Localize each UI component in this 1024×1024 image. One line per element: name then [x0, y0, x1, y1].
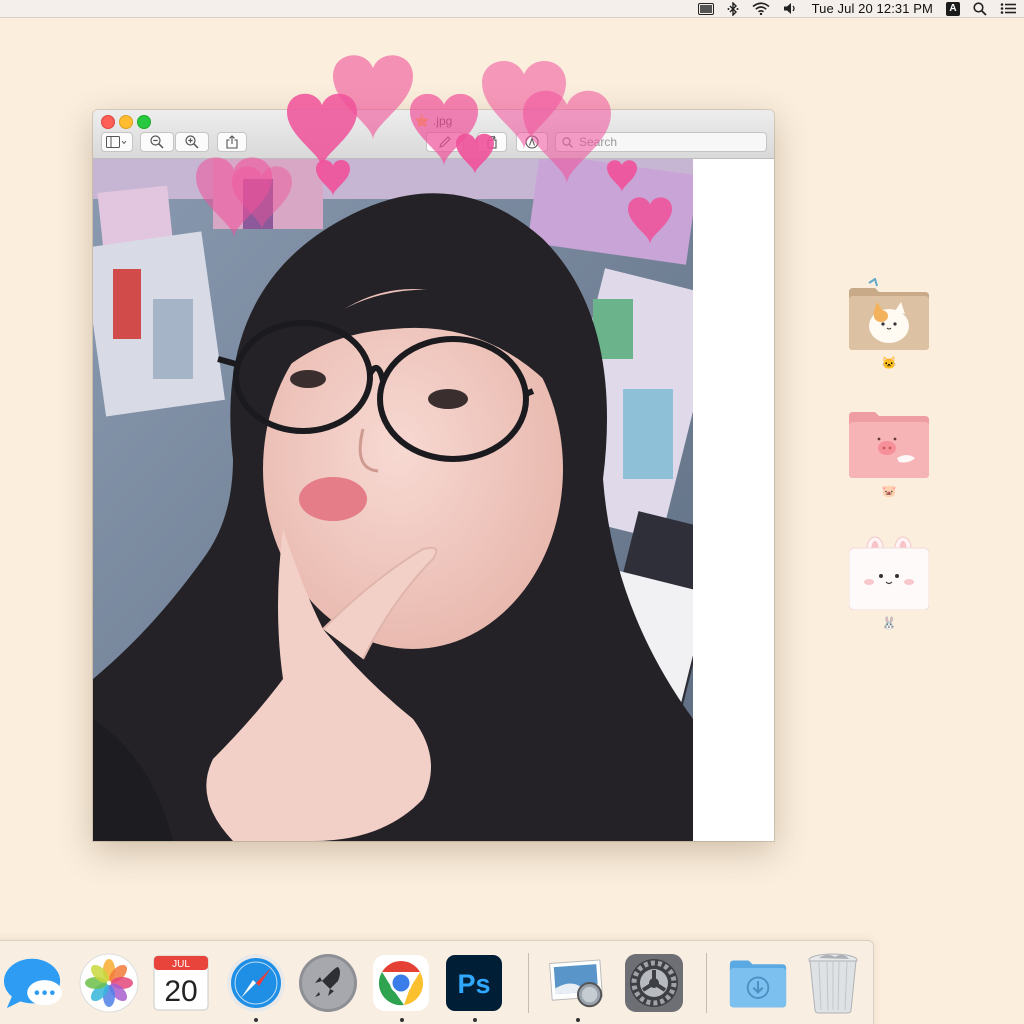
rocket-icon	[299, 954, 357, 1012]
desktop-folder-cat[interactable]: 🐱	[849, 278, 929, 370]
dock-app-calendar[interactable]: JUL 20	[151, 953, 211, 1013]
dock-app-chrome[interactable]	[371, 953, 431, 1013]
dock-app-preview[interactable]	[547, 953, 607, 1013]
menu-bar-clock[interactable]: Tue Jul 20 12:31 PM	[812, 1, 933, 16]
photoshop-icon: Ps	[446, 955, 502, 1011]
gear-icon	[625, 954, 683, 1012]
running-indicator	[400, 1018, 404, 1022]
zoom-in-icon	[185, 135, 199, 149]
pen-icon	[439, 136, 451, 148]
sidebar-icon	[106, 136, 127, 148]
photos-icon	[79, 953, 139, 1013]
wifi-icon[interactable]	[752, 0, 770, 18]
zoom-out-button[interactable]	[140, 132, 174, 152]
search-input[interactable]	[577, 134, 761, 150]
preview-icon	[549, 959, 603, 1008]
bluetooth-icon[interactable]	[727, 0, 739, 18]
running-indicator	[254, 1018, 258, 1022]
dock-app-system-preferences[interactable]	[624, 953, 684, 1013]
desktop-folder-bunny[interactable]: 🐰	[849, 536, 929, 630]
control-center-icon[interactable]	[1000, 0, 1016, 18]
share-button[interactable]	[217, 132, 247, 152]
rotate-button[interactable]	[477, 132, 507, 152]
spotlight-search-icon[interactable]	[973, 0, 987, 18]
dock-app-photos[interactable]	[79, 953, 139, 1013]
image-canvas[interactable]	[93, 159, 693, 841]
trash-icon	[808, 953, 858, 1014]
zoom-in-button[interactable]	[175, 132, 209, 152]
annotate-button[interactable]	[516, 132, 548, 152]
sidebar-toggle-button[interactable]	[101, 132, 133, 152]
running-indicator	[473, 1018, 477, 1022]
photoshop-label: Ps	[457, 969, 490, 999]
dock: JUL 20 Ps	[0, 940, 874, 1024]
pig-folder-icon	[849, 412, 929, 478]
safari-icon	[227, 954, 285, 1012]
dock-app-safari[interactable]	[226, 953, 286, 1013]
folder-label: 🐰	[881, 616, 897, 630]
calendar-day: 20	[164, 975, 197, 1008]
lips	[299, 477, 367, 521]
annotate-icon	[525, 135, 539, 149]
downloads-folder-icon	[729, 960, 787, 1008]
desktop-folder-pig[interactable]: 🐷	[849, 406, 929, 498]
markup-pen-button[interactable]	[426, 132, 464, 152]
share-icon	[226, 135, 238, 149]
dock-app-photoshop[interactable]: Ps	[444, 953, 504, 1013]
folder-label: 🐱	[881, 356, 897, 370]
bunny-folder-icon	[849, 536, 929, 610]
cat-folder-icon	[849, 278, 929, 350]
dock-separator	[706, 953, 707, 1013]
dock-app-messages[interactable]	[3, 953, 63, 1013]
display-icon[interactable]	[697, 0, 714, 18]
volume-icon[interactable]	[783, 0, 799, 18]
dock-separator	[528, 953, 529, 1013]
window-title: ⭐ .jpg	[414, 114, 453, 128]
window-titlebar[interactable]: ⭐ .jpg	[93, 110, 774, 159]
menu-bar: Tue Jul 20 12:31 PM A	[0, 0, 1024, 18]
calendar-icon: JUL 20	[153, 955, 209, 1011]
search-icon	[562, 136, 573, 148]
dock-app-trash[interactable]	[803, 953, 863, 1014]
search-field[interactable]	[555, 132, 767, 152]
messages-icon	[3, 958, 63, 1009]
chrome-icon	[373, 955, 429, 1011]
zoom-out-icon	[150, 135, 164, 149]
folder-label: 🐷	[881, 484, 897, 498]
dock-app-downloads[interactable]	[728, 953, 788, 1013]
calendar-month: JUL	[172, 959, 190, 970]
dock-app-launchpad[interactable]	[298, 953, 358, 1013]
input-source-indicator[interactable]: A	[946, 1, 960, 16]
rotate-icon	[487, 135, 497, 149]
preview-window: ⭐ .jpg	[93, 110, 774, 841]
running-indicator	[576, 1018, 580, 1022]
